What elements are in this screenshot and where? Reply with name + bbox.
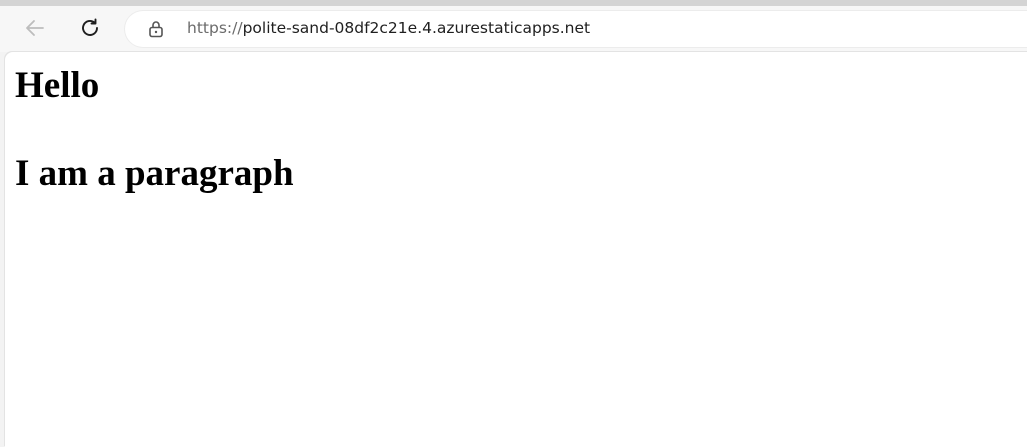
page-heading: Hello xyxy=(15,65,100,106)
address-bar[interactable]: https://polite-sand-08df2c21e.4.azuresta… xyxy=(125,11,1027,47)
url-host: polite-sand-08df2c21e.4.azurestaticapps.… xyxy=(242,19,591,37)
page-paragraph: I am a paragraph xyxy=(15,153,294,194)
page-content: Hello I am a paragraph xyxy=(15,52,294,196)
url-text[interactable]: https://polite-sand-08df2c21e.4.azuresta… xyxy=(187,19,590,37)
arrow-left-icon xyxy=(26,20,44,36)
url-scheme: https:// xyxy=(187,19,243,37)
browser-toolbar: https://polite-sand-08df2c21e.4.azuresta… xyxy=(0,6,1027,52)
page-viewport: Hello I am a paragraph xyxy=(5,52,1027,447)
lock-icon[interactable] xyxy=(147,20,165,38)
reload-button[interactable] xyxy=(72,10,108,46)
back-button[interactable] xyxy=(17,10,53,46)
reload-icon xyxy=(82,18,98,36)
